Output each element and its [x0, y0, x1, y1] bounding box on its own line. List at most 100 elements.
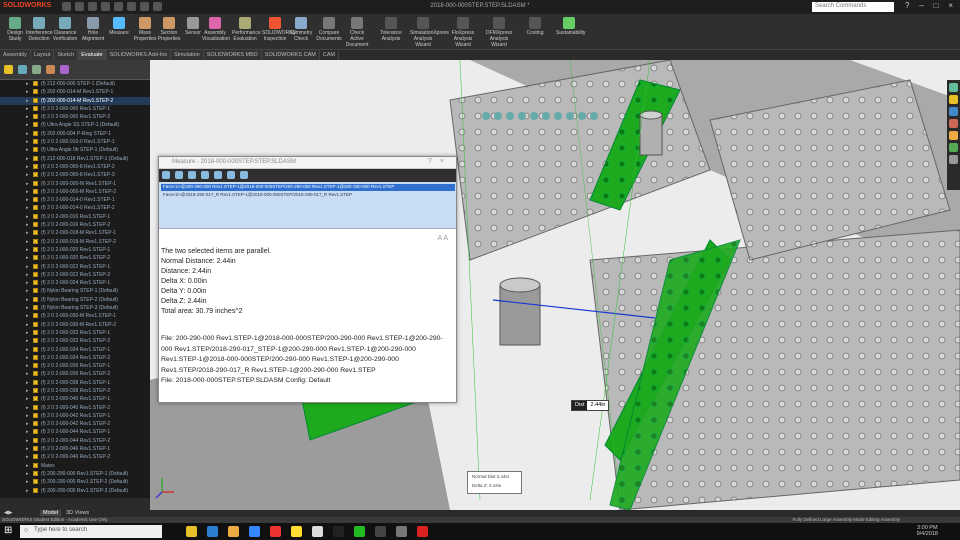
tree-item[interactable]: ▸ (f) 200-290-000 Rev1.STEP-1 (Default) [0, 470, 150, 478]
taskbar-app-icon[interactable] [396, 526, 407, 537]
tree-item[interactable]: ▸ (f) 2 0 2-000-000-8 Rev1.STEP-3 [0, 171, 150, 179]
expand-arrow-icon[interactable]: ▸ [26, 488, 29, 494]
tree-item[interactable]: ▸ (f) 2 0 2-000-044 Rev1.STEP-1 [0, 428, 150, 436]
tab-2[interactable]: Sketch [54, 50, 79, 60]
create-sensor-icon[interactable] [240, 171, 248, 179]
taskbar-app-icon[interactable] [291, 526, 302, 537]
ribbon-button-9[interactable]: Performance Evaluation [232, 16, 261, 49]
forum-icon[interactable] [949, 155, 958, 164]
close-button[interactable]: × [948, 1, 953, 10]
expand-arrow-icon[interactable]: ▸ [26, 139, 29, 145]
expand-arrow-icon[interactable]: ▸ [26, 172, 29, 178]
tree-item[interactable]: ▸ (f) Nylon Bearing STEP-1 (Default) [0, 287, 150, 295]
view-settings-icon[interactable] [590, 112, 598, 120]
zoom-area-icon[interactable] [494, 112, 502, 120]
custom-properties-icon[interactable] [949, 143, 958, 152]
taskbar-search-input[interactable]: ○ Type here to search [20, 525, 162, 538]
tree-item[interactable]: ▸ (f) 2 0 2-000-016 Rev1.STEP-2 [0, 221, 150, 229]
ribbon-button-15[interactable]: SimulationXpress Analysis Wizard [410, 16, 449, 49]
tree-item[interactable]: ▸ (f) 2 0 2-000-042 Rev1.STEP-1 [0, 412, 150, 420]
tree-item[interactable]: ▸ (f) 2 0 2-000-000-8 Rev1.STEP-2 [0, 163, 150, 171]
tab-model[interactable]: Model [40, 510, 61, 516]
tree-item[interactable]: ▸ (f) 212-000-018 Rev1.STEP-1 (Default) [0, 155, 150, 163]
expand-arrow-icon[interactable]: ▸ [26, 371, 29, 377]
taskbar-app-icon[interactable] [270, 526, 281, 537]
file-explorer-icon[interactable] [949, 107, 958, 116]
ribbon-button-14[interactable]: Tolerance Analysis [378, 16, 404, 49]
hide-show-icon[interactable] [554, 112, 562, 120]
feature-tree[interactable]: ▸ (f) 212-000-000 STEP-1 (Default) ▸ (f) 20… [0, 80, 150, 498]
units-precision-icon[interactable] [175, 171, 183, 179]
ribbon-button-13[interactable]: Check Active Document [344, 16, 370, 49]
ribbon-button-0[interactable]: Design Study [2, 16, 28, 49]
expand-arrow-icon[interactable]: ▸ [26, 355, 29, 361]
expand-arrow-icon[interactable]: ▸ [26, 322, 29, 328]
section-view-icon[interactable] [518, 112, 526, 120]
expand-arrow-icon[interactable]: ▸ [26, 147, 29, 153]
expand-arrow-icon[interactable]: ▸ [26, 297, 29, 303]
expand-arrow-icon[interactable]: ▸ [26, 197, 29, 203]
tree-item[interactable]: ▸ (f) Nylon Bearing STEP-2 (Default) [0, 296, 150, 304]
expand-arrow-icon[interactable]: ▸ [26, 131, 29, 137]
tree-item[interactable]: ▸ (f) Nylon Bearing STEP-3 (Default) [0, 304, 150, 312]
expand-arrow-icon[interactable]: ▸ [26, 255, 29, 261]
tree-item[interactable]: ▸ (f) 212-000-000 STEP-1 (Default) [0, 80, 150, 88]
ribbon-button-4[interactable]: Measure [106, 16, 132, 49]
expand-arrow-icon[interactable]: ▸ [26, 380, 29, 386]
expand-arrow-icon[interactable]: ▸ [26, 429, 29, 435]
zoom-fit-icon[interactable] [482, 112, 490, 120]
expand-arrow-icon[interactable]: ▸ [26, 288, 29, 294]
dimxpert-icon[interactable] [46, 65, 55, 74]
tree-item[interactable]: ▸ (f) 2 0 2-000-042 Rev1.STEP-2 [0, 420, 150, 428]
expand-arrow-icon[interactable]: ▸ [26, 156, 29, 162]
tree-item[interactable]: ▸ (f) 2 0 2-000-014-0 Rev1.STEP-2 [0, 204, 150, 212]
tree-item[interactable]: ▸ (f) 2 0 2-000-014-0 Rev1.STEP-1 [0, 196, 150, 204]
ribbon-button-19[interactable]: Sustainability [556, 16, 585, 49]
expand-arrow-icon[interactable]: ▸ [26, 164, 29, 170]
expand-arrow-icon[interactable]: ▸ [26, 454, 29, 460]
scene-icon[interactable] [578, 112, 586, 120]
tree-item[interactable]: ▸ (f) 2 0 2-000-030-M Rev1.STEP-1 [0, 312, 150, 320]
tree-item[interactable]: ▸ (f) 2 0 2-000-020 Rev1.STEP-2 [0, 254, 150, 262]
tree-item[interactable]: ▸ (f) 2 0 2-000-038 Rev1.STEP-1 [0, 379, 150, 387]
tree-item[interactable]: ▸ (f) Ultra Angle SS STEP-1 (Default) [0, 121, 150, 129]
ribbon-button-3[interactable]: Hole Alignment [80, 16, 106, 49]
tab-3[interactable]: Evaluate [78, 50, 107, 60]
tree-item[interactable]: ▸ (f) 2 0 2-000-038 Rev1.STEP-2 [0, 387, 150, 395]
tree-item[interactable]: ▸ (f) Ultra Angle 0b STEP-1 (Default) [0, 146, 150, 154]
tab-3d-views[interactable]: 3D Views [66, 510, 89, 516]
ribbon-button-5[interactable]: Mass Properties [132, 16, 158, 49]
undo-icon[interactable] [114, 2, 123, 11]
configuration-manager-icon[interactable] [32, 65, 41, 74]
tab-7[interactable]: SOLIDWORKS CAM [262, 50, 320, 60]
help-icon[interactable]: ? [905, 1, 909, 10]
maximize-button[interactable]: □ [934, 1, 939, 10]
expand-arrow-icon[interactable]: ▸ [26, 363, 29, 369]
expand-arrow-icon[interactable]: ▸ [26, 413, 29, 419]
save-icon[interactable] [88, 2, 97, 11]
windows-start-icon[interactable]: ⊞ [4, 526, 14, 536]
previous-view-icon[interactable] [506, 112, 514, 120]
tree-item[interactable]: ▸ (f) 2 0 2-000-032 Rev1.STEP-2 [0, 337, 150, 345]
ribbon-button-1[interactable]: Interference Detection [26, 16, 53, 49]
expand-arrow-icon[interactable]: ▸ [26, 264, 29, 270]
measure-window-controls[interactable]: ?× [428, 158, 452, 165]
view-palette-icon[interactable] [949, 119, 958, 128]
taskbar-app-icon[interactable] [333, 526, 344, 537]
expand-arrow-icon[interactable]: ▸ [26, 438, 29, 444]
expand-arrow-icon[interactable]: ▸ [26, 388, 29, 394]
expand-arrow-icon[interactable]: ▸ [26, 106, 29, 112]
ribbon-button-2[interactable]: Clearance Verification [52, 16, 78, 49]
tree-item[interactable]: ▸ (f) 2 0 2-000-018-M Rev1.STEP-2 [0, 238, 150, 246]
expand-arrow-icon[interactable]: ▸ [26, 89, 29, 95]
expand-arrow-icon[interactable]: ▸ [26, 396, 29, 402]
tab-0[interactable]: Assembly [0, 50, 31, 60]
tree-item[interactable]: ▸ (f) 2 0 2-000-034 Rev1.STEP-2 [0, 354, 150, 362]
expand-arrow-icon[interactable]: ▸ [26, 330, 29, 336]
expand-arrow-icon[interactable]: ▸ [26, 446, 29, 452]
tab-5[interactable]: Simulation [171, 50, 204, 60]
tree-item[interactable]: ▸ (f) 2 0 2-000-000 Rev1.STEP-1 [0, 105, 150, 113]
tree-item[interactable]: ▸ (f) 2 0 2-000-000 Rev1.STEP-2 [0, 113, 150, 121]
expand-arrow-icon[interactable]: ▸ [26, 471, 29, 477]
property-manager-icon[interactable] [18, 65, 27, 74]
